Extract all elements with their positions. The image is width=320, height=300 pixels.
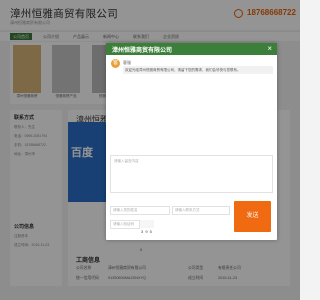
chat-dialog: 漳州恒雅商贸有限公司 × 客 客服 欢迎光临漳州恒雅商贸有限公司，请留下您的需求… — [106, 43, 277, 252]
dialog-title: 漳州恒雅商贸有限公司 — [112, 48, 173, 54]
message-bubble: 欢迎光临漳州恒雅商贸有限公司，请留下您的需求，我们会尽快与您联系。 — [123, 66, 273, 74]
captcha-field[interactable]: 请输入验证码 — [110, 220, 140, 229]
chat-history: 客 客服 欢迎光临漳州恒雅商贸有限公司，请留下您的需求，我们会尽快与您联系。 — [106, 55, 277, 153]
message-placeholder: 请输入留言内容 — [114, 159, 139, 163]
agent-avatar: 客 — [111, 59, 120, 68]
dialog-header: 漳州恒雅商贸有限公司 × — [106, 43, 277, 55]
message-input[interactable]: 请输入留言内容 — [110, 155, 273, 193]
send-button[interactable]: 发送 — [234, 201, 271, 232]
close-icon[interactable]: × — [267, 44, 272, 53]
captcha-image[interactable]: 3 9 5 8 — [140, 220, 154, 252]
name-field[interactable]: 请输入您的姓名 — [110, 206, 170, 215]
phone-field[interactable]: 请输入联系方式 — [172, 206, 230, 215]
